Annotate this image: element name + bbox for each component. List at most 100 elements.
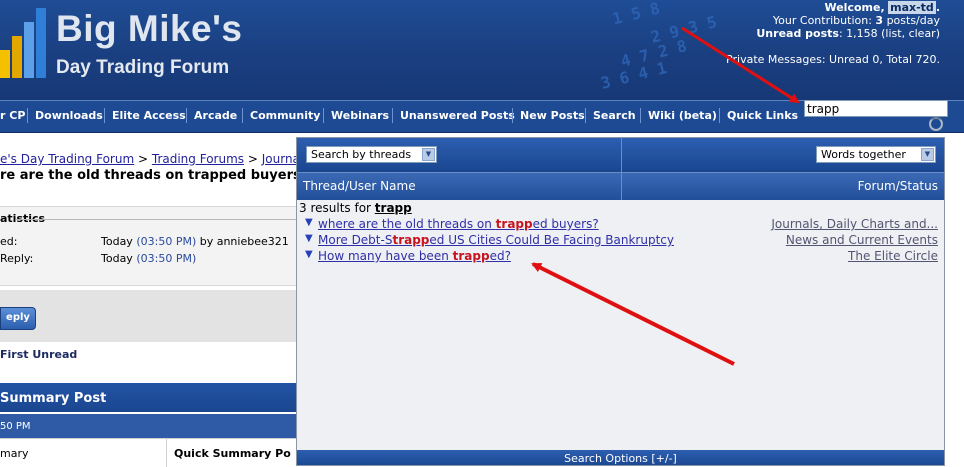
summary-row: mary Quick Summary Po [0, 438, 296, 467]
search-options-toggle[interactable]: Search Options [+/-] [297, 450, 944, 465]
nav-divider [585, 108, 586, 123]
summary-date: 50 PM [0, 421, 31, 432]
welcome-suffix: . [935, 1, 940, 14]
stat-date: Today [101, 252, 133, 265]
reply-area [0, 290, 296, 342]
first-unread-link[interactable]: First Unread [0, 348, 77, 361]
nav-divider [104, 108, 105, 123]
match-mode-select[interactable]: Words together ▼ [816, 146, 936, 163]
search-mode-select[interactable]: Search by threads ▼ [306, 146, 437, 163]
nav-unanswered-posts[interactable]: Unanswered Posts [400, 109, 515, 122]
result-title-link[interactable]: where are the old threads on trapped buy… [318, 217, 599, 231]
col-thread-header: Thread/User Name [303, 179, 416, 193]
site-logo-title[interactable]: Big Mike's [56, 8, 243, 50]
nav-arcade[interactable]: Arcade [194, 109, 237, 122]
stat-date: Today [101, 235, 133, 248]
chevron-down-icon[interactable]: ▼ [921, 148, 934, 161]
site-header: 1 5 8 2 9 3 5 4 7 2 8 3 6 4 1 Big Mike's… [0, 0, 964, 100]
nav-divider [719, 108, 720, 123]
result-forum-link[interactable]: The Elite Circle [848, 249, 938, 263]
result-row[interactable]: ▼ More Debt-Strapped US Cities Could Be … [297, 233, 944, 249]
quick-search-popup: Search by threads ▼ Words together ▼ Thr… [296, 137, 945, 466]
nav-community[interactable]: Community [250, 109, 320, 122]
contribution-label: Your Contribution: [772, 14, 872, 27]
triangle-down-icon[interactable]: ▼ [305, 233, 313, 244]
match-mode-value: Words together [821, 148, 906, 161]
col-forum-header: Forum/Status [857, 179, 938, 193]
search-options-label[interactable]: Search Options [+/-] [564, 452, 677, 465]
nav-divider [242, 108, 243, 123]
contribution-count: 3 [875, 14, 884, 27]
nav-elite-access[interactable]: Elite Access [112, 109, 186, 122]
quick-summary-label: Quick Summary Po [174, 447, 291, 460]
breadcrumb-separator: > [247, 152, 258, 166]
nav-quick-links[interactable]: Quick Links [727, 109, 798, 122]
triangle-down-icon[interactable]: ▼ [305, 217, 313, 228]
welcome-line: Welcome, max-td. [824, 1, 940, 14]
welcome-label: Welcome, [824, 1, 885, 14]
summary-post-header: Summary Post [0, 383, 296, 412]
username-link[interactable]: max-td [888, 1, 936, 14]
contribution-line: Your Contribution: 3 posts/day [773, 14, 940, 27]
nav-user-cp[interactable]: r CP [0, 109, 25, 122]
decorative-ticker: 1 5 8 [610, 0, 662, 29]
results-count-text: 3 results for [299, 201, 371, 215]
stat-started-value: Today (03:50 PM) by anniebee321 [101, 235, 289, 248]
breadcrumb-trading-forums[interactable]: Trading Forums [152, 152, 244, 166]
title-text: ed buyers? [532, 217, 599, 231]
site-logo-subtitle: Day Trading Forum [56, 57, 230, 78]
nav-wiki[interactable]: Wiki (beta) [648, 109, 717, 122]
unread-posts-value[interactable]: : 1,158 (list, clear) [839, 27, 940, 40]
stat-last-reply-label: Reply: [0, 252, 34, 265]
results-list: 3 results for trapp ▼ where are the old … [297, 200, 944, 450]
result-forum-link[interactable]: Journals, Daily Charts and... [771, 217, 938, 231]
loading-spinner-icon [929, 117, 943, 131]
nav-downloads[interactable]: Downloads [35, 109, 103, 122]
title-text: where are the old threads on [318, 217, 496, 231]
unread-posts-line[interactable]: Unread posts: 1,158 (list, clear) [756, 27, 940, 40]
summary-post-title: Summary Post [0, 391, 107, 406]
page-title: re are the old threads on trapped buyers [0, 168, 301, 183]
private-messages-line[interactable]: Private Messages: Unread 0, Total 720. [726, 53, 940, 66]
nav-divider [27, 108, 28, 123]
column-divider [621, 138, 622, 200]
title-text: ed? [489, 249, 511, 263]
nav-divider [323, 108, 324, 123]
quick-search-input[interactable] [804, 100, 948, 117]
unread-posts-label[interactable]: Unread posts [756, 27, 839, 40]
search-mode-value: Search by threads [311, 148, 412, 161]
stat-last-reply-value: Today (03:50 PM) [101, 252, 196, 265]
results-summary: 3 results for trapp [299, 201, 412, 215]
match-highlight: trapp [452, 249, 490, 263]
match-highlight: trapp [392, 233, 430, 247]
result-title-link[interactable]: More Debt-Strapped US Cities Could Be Fa… [318, 233, 674, 247]
summary-divider [166, 439, 167, 467]
title-text: ed US Cities Could Be Facing Bankruptcy [429, 233, 674, 247]
breadcrumb-separator: > [137, 152, 149, 166]
nav-divider [186, 108, 187, 123]
logo-chart-icon[interactable] [0, 8, 46, 78]
result-row[interactable]: ▼ where are the old threads on trapped b… [297, 217, 944, 233]
nav-divider [640, 108, 641, 123]
title-text: How many have been [318, 249, 453, 263]
title-text: More Debt-S [318, 233, 393, 247]
statistics-divider [16, 219, 296, 220]
triangle-down-icon[interactable]: ▼ [305, 249, 313, 260]
stat-time: (03:50 PM) [136, 235, 197, 248]
breadcrumb: e's Day Trading Forum > Trading Forums >… [0, 152, 310, 166]
stat-started-label: ed: [0, 235, 18, 248]
summary-col-label: mary [0, 447, 29, 460]
nav-webinars[interactable]: Webinars [331, 109, 389, 122]
nav-divider [512, 108, 513, 123]
stat-time: (03:50 PM) [136, 252, 197, 265]
nav-new-posts[interactable]: New Posts [520, 109, 585, 122]
chevron-down-icon[interactable]: ▼ [422, 148, 435, 161]
result-forum-link[interactable]: News and Current Events [786, 233, 938, 247]
result-row[interactable]: ▼ How many have been trapped? The Elite … [297, 249, 944, 265]
reply-button[interactable]: eply [0, 307, 36, 330]
result-title-link[interactable]: How many have been trapped? [318, 249, 511, 263]
contribution-suffix: posts/day [886, 14, 940, 27]
stat-author[interactable]: by anniebee321 [200, 235, 289, 248]
breadcrumb-forum-home[interactable]: e's Day Trading Forum [0, 152, 134, 166]
nav-search[interactable]: Search [593, 109, 636, 122]
